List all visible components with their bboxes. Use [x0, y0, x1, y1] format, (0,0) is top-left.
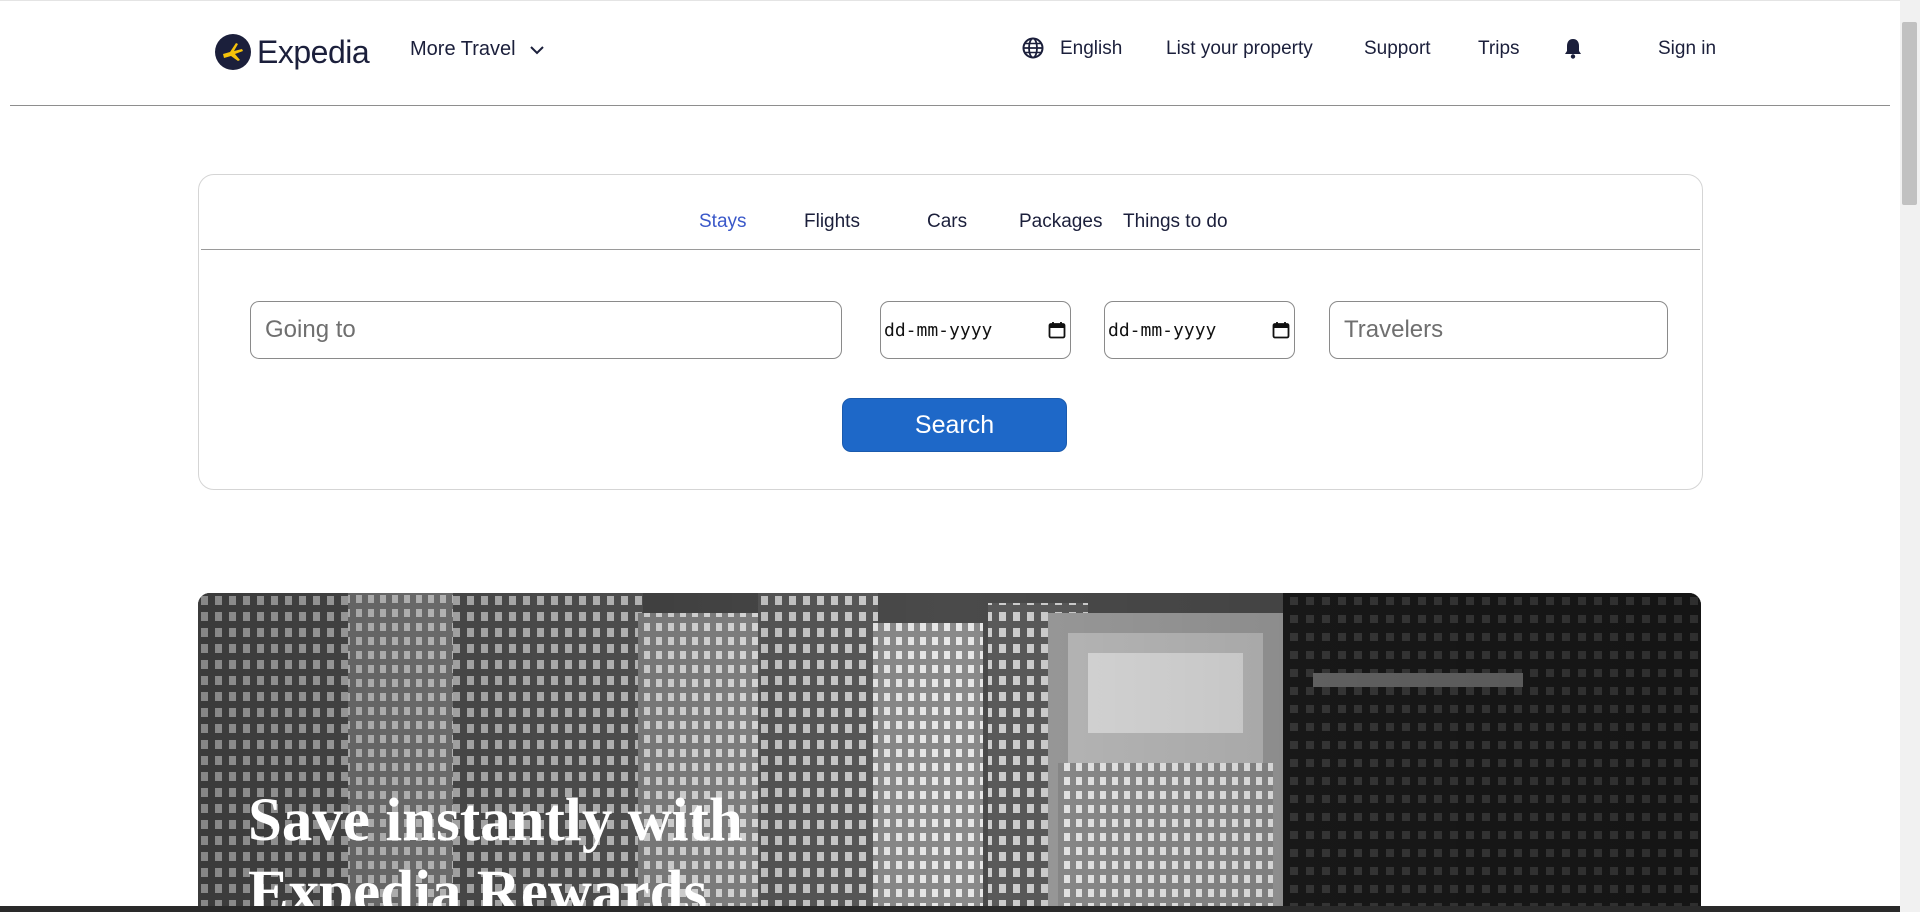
site-header: Expedia More Travel English List your pr…	[0, 0, 1900, 106]
calendar-icon[interactable]	[1272, 321, 1290, 339]
chevron-down-icon	[529, 46, 544, 55]
bottom-edge	[0, 906, 1900, 912]
tab-stays[interactable]: Stays	[699, 211, 747, 233]
globe-icon[interactable]	[1022, 37, 1044, 59]
search-button[interactable]: Search	[842, 398, 1067, 452]
expedia-logo-icon	[215, 34, 251, 70]
search-tabs: Stays Flights Cars Packages Things to do	[199, 175, 1702, 250]
check-in-date-value: dd-mm-yyyy	[884, 319, 993, 341]
going-to-input[interactable]	[250, 301, 842, 359]
tabs-divider	[201, 249, 1700, 250]
bell-icon[interactable]	[1563, 37, 1583, 59]
tab-packages[interactable]: Packages	[1019, 211, 1102, 233]
more-travel-menu[interactable]: More Travel	[410, 38, 544, 61]
tab-flights[interactable]: Flights	[804, 211, 860, 233]
logo-text: Expedia	[257, 33, 370, 70]
support-link[interactable]: Support	[1364, 38, 1431, 60]
calendar-icon[interactable]	[1048, 321, 1066, 339]
scrollbar-thumb[interactable]	[1902, 22, 1917, 205]
expedia-logo[interactable]: Expedia	[215, 32, 370, 72]
tab-things-to-do[interactable]: Things to do	[1123, 211, 1228, 233]
check-out-date-input[interactable]: dd-mm-yyyy	[1104, 301, 1295, 359]
header-divider	[10, 105, 1890, 106]
language-selector[interactable]: English	[1060, 38, 1122, 60]
trips-link[interactable]: Trips	[1478, 38, 1520, 60]
list-your-property-link[interactable]: List your property	[1166, 38, 1313, 60]
travelers-input[interactable]	[1329, 301, 1668, 359]
tab-cars[interactable]: Cars	[927, 211, 967, 233]
check-in-date-input[interactable]: dd-mm-yyyy	[880, 301, 1071, 359]
sign-in-link[interactable]: Sign in	[1658, 38, 1716, 60]
rewards-hero-banner[interactable]: Save instantly with Expedia Rewards	[198, 593, 1701, 912]
check-out-date-value: dd-mm-yyyy	[1108, 319, 1217, 341]
search-form-card: Stays Flights Cars Packages Things to do…	[198, 174, 1703, 490]
hero-title: Save instantly with Expedia Rewards	[248, 787, 743, 912]
more-travel-label: More Travel	[410, 38, 516, 60]
